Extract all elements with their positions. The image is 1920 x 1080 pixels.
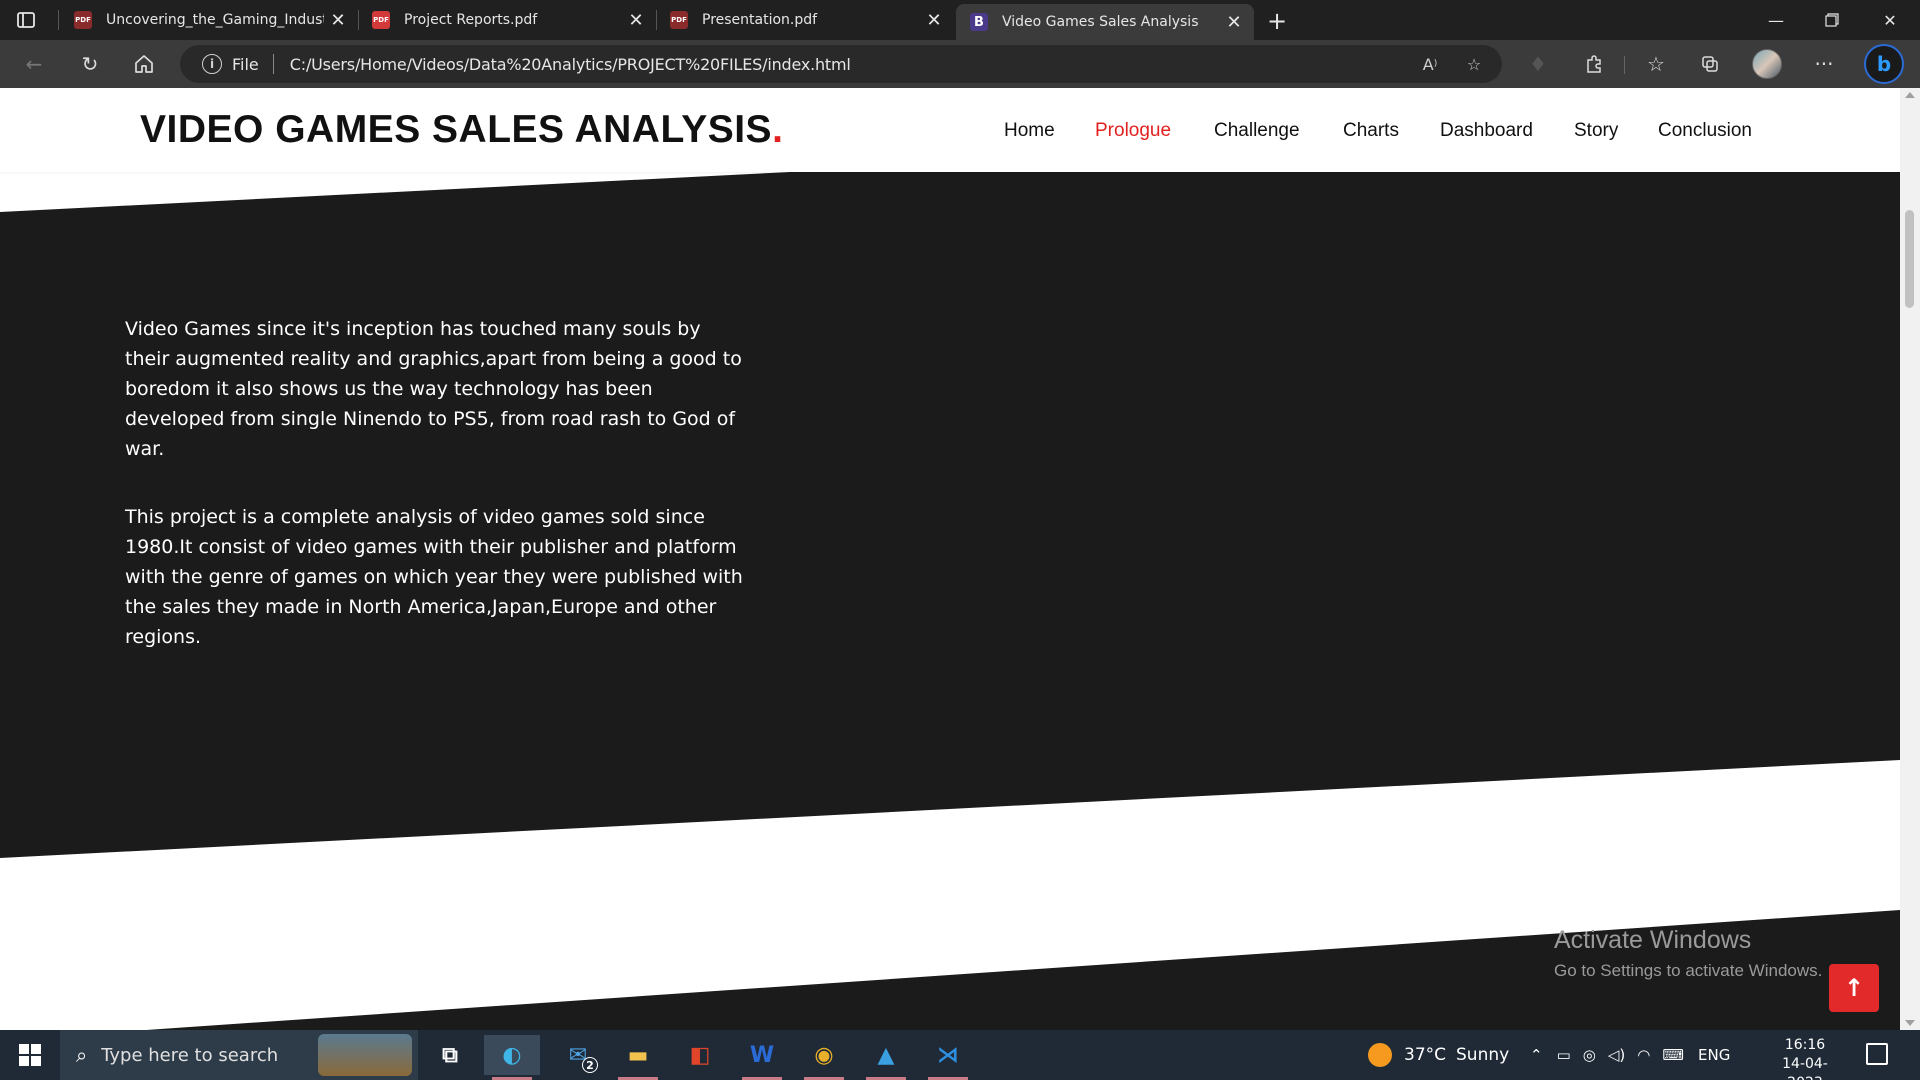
pdf-icon: PDF <box>74 11 92 29</box>
arrow-up-icon: ↑ <box>1843 974 1865 1002</box>
home-icon[interactable] <box>128 48 160 80</box>
page-scrollbar[interactable] <box>1900 88 1920 1030</box>
weather-temp: 37°C <box>1404 1045 1447 1065</box>
url-text[interactable]: C:/Users/Home/Videos/Data%20Analytics/PR… <box>290 55 851 74</box>
toolbar-separator <box>1624 56 1625 74</box>
tab-title: Project Reports.pdf <box>404 12 538 28</box>
browser-toolbar: ← ↻ i File C:/Users/Home/Videos/Data%20A… <box>0 40 1920 88</box>
watermark-title: Activate Windows <box>1554 926 1752 954</box>
search-placeholder: Type here to search <box>101 1044 279 1066</box>
nav-charts[interactable]: Charts <box>1343 120 1399 142</box>
mail-icon[interactable]: ✉ 2 <box>550 1035 606 1075</box>
search-highlight-image <box>318 1034 412 1076</box>
more-menu-icon[interactable]: ··· <box>1808 48 1840 80</box>
meet-now-icon[interactable]: ◎ <box>1583 1046 1596 1064</box>
refresh-icon[interactable]: ↻ <box>74 48 106 80</box>
bing-chat-icon[interactable]: b <box>1864 44 1904 84</box>
url-scheme: File <box>232 54 259 74</box>
site-header: VIDEO GAMES SALES ANALYSIS. Home Prologu… <box>0 88 1900 172</box>
show-hidden-icons-icon[interactable]: ⌃ <box>1530 1046 1543 1064</box>
keyboard-icon[interactable]: ⌨ <box>1662 1046 1684 1064</box>
edge-icon[interactable]: ◐ <box>484 1035 540 1080</box>
chrome-icon[interactable]: ◉ <box>796 1035 852 1080</box>
nav-dashboard[interactable]: Dashboard <box>1440 120 1533 142</box>
prologue-text: Video Games since it's inception has tou… <box>125 314 745 690</box>
address-divider <box>272 54 274 74</box>
info-icon[interactable]: i <box>202 54 222 74</box>
file-explorer-icon[interactable]: ▬ <box>610 1035 666 1080</box>
notifications-icon[interactable] <box>1866 1043 1888 1065</box>
browser-tab-1[interactable]: PDF Uncovering_the_Gaming_Industr ✕ <box>60 0 358 40</box>
nav-story[interactable]: Story <box>1574 120 1618 142</box>
tab-title: Uncovering_the_Gaming_Industr <box>106 12 324 28</box>
site-logo[interactable]: VIDEO GAMES SALES ANALYSIS. <box>140 108 783 152</box>
sun-icon <box>1368 1043 1392 1067</box>
battery-icon[interactable]: ▭ <box>1557 1046 1571 1064</box>
prologue-paragraph-1: Video Games since it's inception has tou… <box>125 318 742 460</box>
prologue-paragraph-2: This project is a complete analysis of v… <box>125 506 743 648</box>
page-viewport: VIDEO GAMES SALES ANALYSIS. Home Prologu… <box>0 88 1900 1030</box>
volume-icon[interactable]: ◁) <box>1608 1046 1625 1064</box>
browser-tab-2[interactable]: PDF Project Reports.pdf ✕ <box>358 0 656 40</box>
nav-conclusion[interactable]: Conclusion <box>1658 120 1752 142</box>
pdf-icon: PDF <box>670 11 688 29</box>
nav-home[interactable]: Home <box>1004 120 1055 142</box>
extension-pin-icon[interactable]: ♦ <box>1522 48 1554 80</box>
close-tab-icon[interactable]: ✕ <box>622 6 650 34</box>
bootstrap-icon: B <box>970 13 988 31</box>
tab-separator <box>58 10 59 30</box>
windows-logo-icon <box>19 1044 41 1066</box>
wifi-icon[interactable]: ◠ <box>1637 1046 1650 1064</box>
office-icon[interactable]: ◧ <box>672 1035 728 1075</box>
word-icon[interactable]: W <box>734 1035 790 1080</box>
back-to-top-button[interactable]: ↑ <box>1829 964 1879 1012</box>
logo-dot: . <box>772 108 784 151</box>
scroll-down-icon[interactable] <box>1905 1020 1915 1026</box>
task-view-icon[interactable]: ⧉ <box>422 1035 478 1075</box>
tab-title: Presentation.pdf <box>702 12 818 28</box>
tab-actions-icon[interactable] <box>14 8 38 32</box>
close-window-icon[interactable]: ✕ <box>1862 0 1918 40</box>
pdf-icon: PDF <box>372 11 390 29</box>
mail-badge: 2 <box>582 1057 598 1073</box>
watermark-subtitle: Go to Settings to activate Windows. <box>1554 961 1823 980</box>
search-icon: ⌕ <box>76 1043 88 1067</box>
new-tab-icon[interactable]: + <box>1262 6 1292 36</box>
system-tray-icons: ⌃ ▭ ◎ ◁) ◠ ⌨ ENG <box>1530 1030 1730 1080</box>
weather-condition: Sunny <box>1456 1045 1510 1065</box>
vscode-icon[interactable]: ⋊ <box>920 1035 976 1080</box>
nav-prologue[interactable]: Prologue <box>1095 120 1171 142</box>
minimize-icon[interactable]: — <box>1748 0 1804 40</box>
logo-text: VIDEO GAMES SALES ANALYSIS <box>140 108 773 151</box>
photos-icon[interactable]: ▲ <box>858 1035 914 1080</box>
weather-widget[interactable]: 37°C Sunny <box>1368 1030 1509 1080</box>
scroll-up-icon[interactable] <box>1905 92 1915 98</box>
favorites-icon[interactable]: ☆ <box>1640 48 1672 80</box>
close-tab-icon[interactable]: ✕ <box>1220 8 1248 36</box>
close-tab-icon[interactable]: ✕ <box>920 6 948 34</box>
add-favorite-icon[interactable]: ☆ <box>1462 52 1486 76</box>
back-icon[interactable]: ← <box>18 48 50 80</box>
restore-icon[interactable] <box>1804 0 1860 40</box>
tab-title: Video Games Sales Analysis <box>1002 14 1199 30</box>
collections-icon[interactable] <box>1694 48 1726 80</box>
scrollbar-thumb[interactable] <box>1905 210 1914 308</box>
nav-challenge[interactable]: Challenge <box>1214 120 1300 142</box>
taskbar-search[interactable]: ⌕ Type here to search <box>60 1030 418 1080</box>
windows-taskbar: ⌕ Type here to search ⧉ ◐ ✉ 2 ▬ ◧ W ◉ ▲ ⋊… <box>0 1030 1920 1080</box>
browser-tab-active[interactable]: B Video Games Sales Analysis ✕ <box>956 4 1254 40</box>
address-bar[interactable]: i File C:/Users/Home/Videos/Data%20Analy… <box>180 45 1502 83</box>
profile-avatar[interactable] <box>1752 49 1782 79</box>
close-tab-icon[interactable]: ✕ <box>324 6 352 34</box>
read-aloud-icon[interactable]: A) <box>1418 52 1442 76</box>
extensions-icon[interactable] <box>1578 48 1610 80</box>
clock-time: 16:16 <box>1784 1037 1826 1053</box>
clock-date: 14-04-2023 <box>1782 1056 1828 1080</box>
start-button[interactable] <box>0 1030 60 1080</box>
browser-tab-strip: PDF Uncovering_the_Gaming_Industr ✕ PDF … <box>0 0 1920 40</box>
activate-windows-watermark: Activate Windows Go to Settings to activ… <box>1554 926 1822 981</box>
clock[interactable]: 16:16 14-04-2023 <box>1770 1036 1840 1080</box>
language-indicator[interactable]: ENG <box>1698 1046 1730 1064</box>
browser-tab-3[interactable]: PDF Presentation.pdf ✕ <box>656 0 954 40</box>
